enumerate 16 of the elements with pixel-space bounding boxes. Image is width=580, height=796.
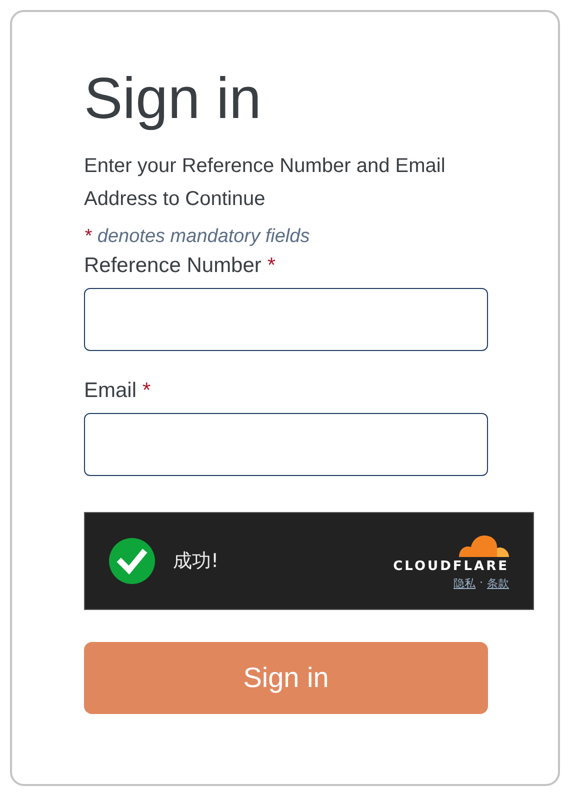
field-label: Reference Number (84, 254, 262, 278)
required-mark: * (84, 226, 92, 248)
page-title: Sign in (84, 65, 262, 133)
input-field[interactable] (84, 288, 488, 351)
cloudflare-logo: CLOUDFLARE (393, 559, 509, 574)
intro-text: Enter your Reference Number and Email Address to Continue (84, 154, 446, 212)
footer-link[interactable]: 隐私 (454, 576, 476, 591)
captcha-status: 成功! (173, 549, 219, 574)
input-field[interactable] (84, 413, 488, 476)
mandatory-note: denotes mandatory fields (97, 226, 310, 248)
footer-link[interactable]: 条款 (487, 576, 509, 591)
link-separator: · (480, 576, 483, 591)
success-check-icon (109, 538, 155, 584)
field-label: Email (84, 379, 137, 403)
required-mark: * (142, 379, 151, 403)
required-mark: * (267, 254, 276, 278)
